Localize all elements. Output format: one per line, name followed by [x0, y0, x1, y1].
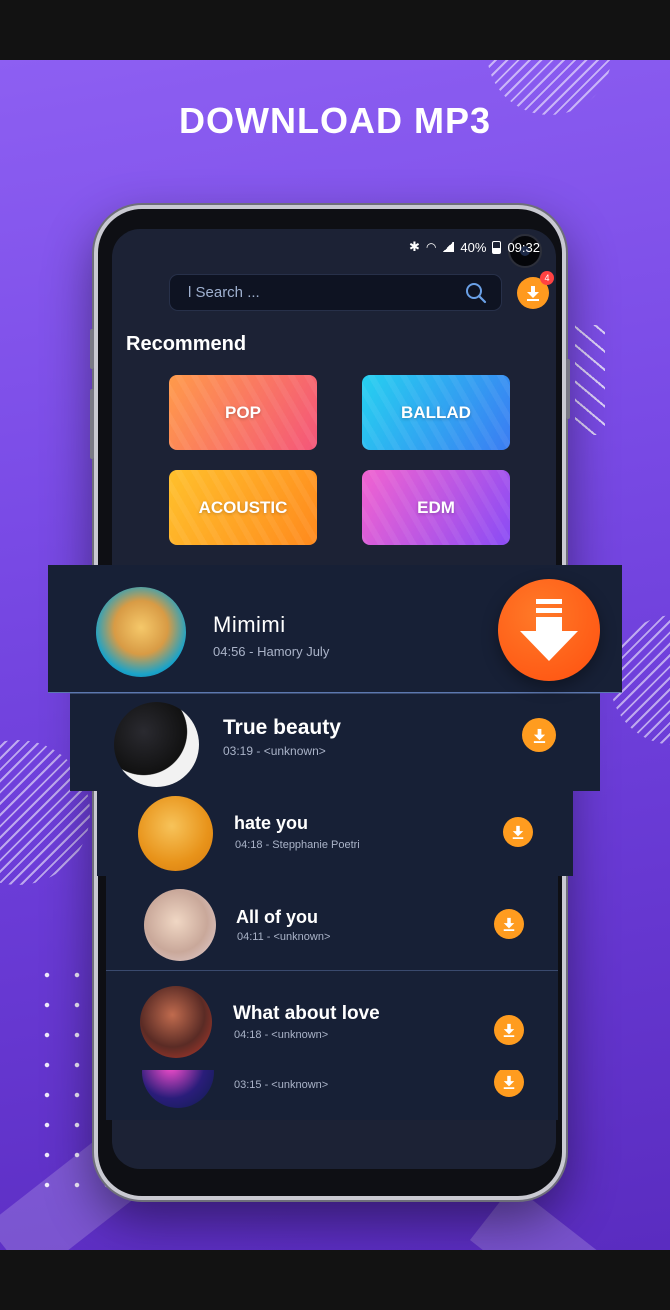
song-cover: [96, 587, 186, 677]
song-title: All of you: [236, 907, 318, 927]
song-download-button[interactable]: [503, 817, 533, 847]
top-black-bar: [0, 0, 670, 60]
search-bar[interactable]: l Search ...: [169, 274, 502, 311]
song-row-all-of-you[interactable]: All of you 04:11 - <unknown>: [106, 875, 558, 970]
genre-card-acoustic[interactable]: ACOUSTIC: [169, 470, 317, 545]
status-bar: ✱ ◠ 40% 09:32: [409, 237, 540, 257]
downloads-button[interactable]: 4: [517, 271, 554, 309]
bottom-black-bar: [0, 1250, 670, 1310]
song-download-button[interactable]: [494, 1015, 524, 1045]
song-title: What about love: [233, 1003, 380, 1024]
genre-label: BALLAD: [401, 402, 471, 422]
poster-title: DOWNLOAD MP3: [179, 100, 491, 141]
song-cover: [138, 796, 213, 871]
song-download-button[interactable]: [494, 1067, 524, 1097]
genre-card-ballad[interactable]: BALLAD: [362, 375, 510, 450]
download-icon: [533, 728, 545, 743]
genre-card-edm[interactable]: EDM: [362, 470, 510, 545]
song-meta: 04:56 - Hamory July: [213, 644, 330, 659]
genre-card-pop[interactable]: POP: [169, 375, 317, 450]
search-icon[interactable]: [465, 282, 487, 304]
song-cover: [144, 889, 216, 961]
song-download-button-large[interactable]: [498, 579, 600, 681]
song-row-true-beauty[interactable]: True beauty 03:19 - <unknown>: [70, 693, 600, 791]
search-input[interactable]: l Search ...: [188, 284, 465, 301]
song-title: Mimimi: [213, 612, 286, 637]
download-icon: [527, 286, 539, 301]
download-icon: [503, 1023, 515, 1037]
download-icon: [503, 1075, 515, 1089]
download-icon: [512, 825, 524, 839]
battery-percent: 40%: [460, 239, 487, 255]
signal-icon: [442, 242, 455, 252]
downloads-count-badge: 4: [540, 271, 554, 285]
download-icon: [520, 599, 578, 661]
song-row-hate-you[interactable]: hate you 04:18 - Stepphanie Poetri: [97, 790, 573, 876]
song-cover: [114, 702, 199, 787]
song-meta: 04:11 - <unknown>: [237, 931, 331, 943]
battery-icon: [492, 240, 502, 254]
song-row-mimimi[interactable]: Mimimi 04:56 - Hamory July: [48, 565, 622, 693]
song-meta: 03:15 - <unknown>: [234, 1079, 329, 1091]
song-cover: [140, 986, 212, 1058]
promo-poster: DOWNLOAD MP3 ✱ ◠ 40% 09:32 l Search ...: [0, 60, 670, 1250]
wifi-icon: ◠: [425, 240, 437, 254]
phone-side-button: [566, 359, 570, 419]
song-title: hate you: [234, 813, 309, 833]
phone-side-button: [90, 329, 94, 369]
download-icon: [503, 917, 515, 931]
genre-label: POP: [225, 402, 261, 422]
song-row-what-about-love[interactable]: What about love 04:18 - <unknown>: [106, 970, 558, 1070]
song-download-button[interactable]: [522, 718, 556, 752]
phone-side-button: [90, 389, 94, 459]
song-title: True beauty: [223, 716, 341, 739]
song-meta: 04:18 - <unknown>: [234, 1029, 329, 1041]
song-meta: 04:18 - Stepphanie Poetri: [235, 839, 360, 851]
genre-label: ACOUSTIC: [198, 497, 288, 517]
song-meta: 03:19 - <unknown>: [223, 744, 326, 758]
bluetooth-icon: ✱: [409, 239, 420, 254]
clock: 09:32: [507, 239, 540, 255]
decor-slashes: [575, 325, 605, 435]
genre-label: EDM: [417, 497, 455, 517]
song-download-button[interactable]: [494, 909, 524, 939]
recommend-heading: Recommend: [126, 333, 247, 355]
